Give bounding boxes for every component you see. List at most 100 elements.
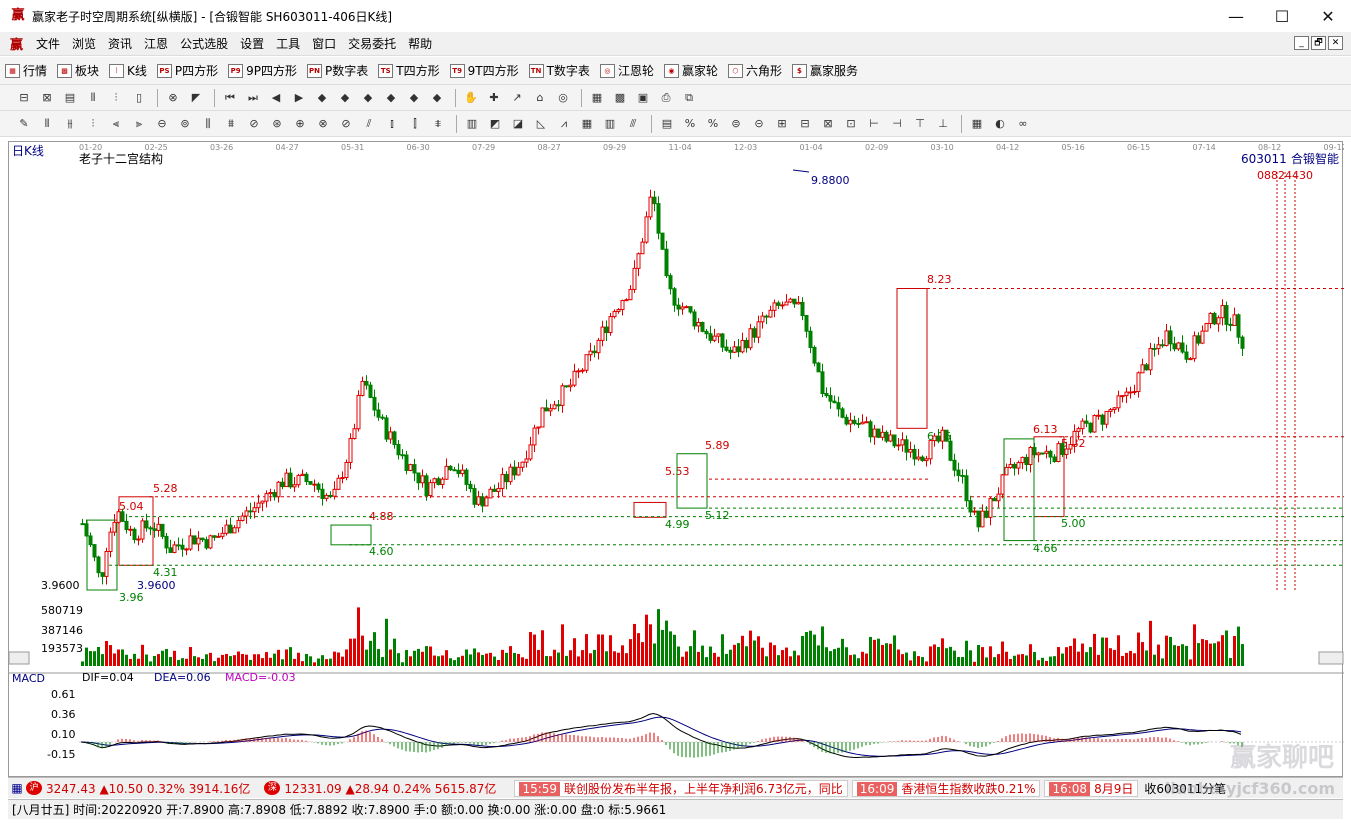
candles-icon[interactable]: ⫴ xyxy=(83,89,103,107)
gann-tool-24-icon[interactable]: ⩘ xyxy=(554,115,574,133)
diamond-4-icon[interactable]: ◆ xyxy=(381,89,401,107)
diamond-2-icon[interactable]: ◆ xyxy=(335,89,355,107)
toolbar-ps-button[interactable]: PS P四方形 xyxy=(152,62,223,79)
close-button[interactable]: ✕ xyxy=(1305,0,1351,32)
gann-tool-35-icon[interactable]: ⊟ xyxy=(795,115,815,133)
save-icon[interactable]: ▣ xyxy=(633,89,653,107)
diamond-1-icon[interactable]: ◆ xyxy=(312,89,332,107)
table-icon[interactable]: ▦ xyxy=(8,781,26,795)
toolbar-target-button[interactable]: ◎ 江恩轮 xyxy=(595,62,659,79)
toolbar-blocks-button[interactable]: ▩ 板块 xyxy=(52,62,104,79)
toolbar-tn-button[interactable]: TN T数字表 xyxy=(524,62,595,79)
toolbar-ts-button[interactable]: TS T四方形 xyxy=(373,62,444,79)
gann-tool-2-icon[interactable]: ⫵ xyxy=(60,115,80,133)
news-item-1[interactable]: 15:59 联创股份发布半年报，上半年净利润6.73亿元，同比 xyxy=(514,779,848,797)
gann-tool-26-icon[interactable]: ▥ xyxy=(600,115,620,133)
chart-area[interactable]: 4.665.005.826.136.258.235.124.995.895.53… xyxy=(8,141,1347,778)
gann-icon[interactable]: ⊗ xyxy=(163,89,183,107)
toolbar-p9-button[interactable]: P9 9P四方形 xyxy=(223,62,302,79)
next-icon[interactable]: ▶ xyxy=(289,89,309,107)
hand-icon[interactable]: ✋ xyxy=(461,89,481,107)
menu-settings[interactable]: 设置 xyxy=(234,35,270,52)
export-icon[interactable]: ⧉ xyxy=(679,89,699,107)
gann-tool-4-icon[interactable]: ⫷ xyxy=(106,115,126,133)
kline-chart[interactable]: 4.665.005.826.136.258.235.124.995.895.53… xyxy=(8,142,1347,778)
trend-icon[interactable]: ↗ xyxy=(507,89,527,107)
calc-icon[interactable]: ▩ xyxy=(610,89,630,107)
gann-tool-13-icon[interactable]: ⊗ xyxy=(313,115,333,133)
gann-tool-11-icon[interactable]: ⊛ xyxy=(267,115,287,133)
maximize-button[interactable]: ☐ xyxy=(1259,0,1305,32)
mdi-restore-button[interactable]: 🗗 xyxy=(1311,36,1326,50)
tick-detail[interactable]: 收603011分笔 xyxy=(1144,780,1226,797)
layout-icon[interactable]: ⊟ xyxy=(14,89,34,107)
menu-window[interactable]: 窗口 xyxy=(306,35,342,52)
menu-tools[interactable]: 工具 xyxy=(270,35,306,52)
gann-tool-6-icon[interactable]: ⊖ xyxy=(152,115,172,133)
toolbar-t9-button[interactable]: T9 9T四方形 xyxy=(445,62,524,79)
gann-tool-1-icon[interactable]: ⫴ xyxy=(37,115,57,133)
gann-tool-40-icon[interactable]: ⊤ xyxy=(910,115,930,133)
first-icon[interactable]: ⏮ xyxy=(220,89,240,107)
menu-info[interactable]: 资讯 xyxy=(102,35,138,52)
news-item-2[interactable]: 16:09 香港恒生指数收跌0.21% xyxy=(851,779,1041,797)
toolbar-hexagon-button[interactable]: ⬡ 六角形 xyxy=(723,62,787,79)
toolbar-wheel-button[interactable]: ◉ 赢家轮 xyxy=(659,62,723,79)
gann-tool-8-icon[interactable]: ⫼ xyxy=(198,115,218,133)
menu-formula[interactable]: 公式选股 xyxy=(174,35,234,52)
diamond-3-icon[interactable]: ◆ xyxy=(358,89,378,107)
gann-tool-21-icon[interactable]: ◩ xyxy=(485,115,505,133)
menu-gann[interactable]: 江恩 xyxy=(138,35,174,52)
toolbar-dollar-button[interactable]: $ 赢家服务 xyxy=(787,62,863,79)
menu-trade[interactable]: 交易委托 xyxy=(342,35,402,52)
hs-index[interactable]: 12331.09 ▲28.94 0.24% 5615.87亿 xyxy=(284,780,496,797)
chart-icon[interactable]: ⊠ xyxy=(37,89,57,107)
gann-tool-25-icon[interactable]: ▦ xyxy=(577,115,597,133)
gann-tool-3-icon[interactable]: ⫶ xyxy=(83,115,103,133)
gann-tool-39-icon[interactable]: ⊣ xyxy=(887,115,907,133)
label-icon[interactable]: ⌂ xyxy=(530,89,550,107)
gann-tool-37-icon[interactable]: ⊡ xyxy=(841,115,861,133)
gann-tool-34-icon[interactable]: ⊞ xyxy=(772,115,792,133)
gann-tool-17-icon[interactable]: ⫿ xyxy=(405,115,425,133)
flag-icon[interactable]: ◤ xyxy=(186,89,206,107)
gann-tool-7-icon[interactable]: ⊚ xyxy=(175,115,195,133)
gann-tool-41-icon[interactable]: ⊥ xyxy=(933,115,953,133)
gann-tool-38-icon[interactable]: ⊢ xyxy=(864,115,884,133)
diamond-6-icon[interactable]: ◆ xyxy=(427,89,447,107)
print-icon[interactable]: ⎙ xyxy=(656,89,676,107)
gann-tool-12-icon[interactable]: ⊕ xyxy=(290,115,310,133)
sh-index[interactable]: 3247.43 ▲10.50 0.32% 3914.16亿 xyxy=(46,780,250,797)
gann-tool-0-icon[interactable]: ✎ xyxy=(14,115,34,133)
gann-tool-22-icon[interactable]: ◪ xyxy=(508,115,528,133)
menu-file[interactable]: 文件 xyxy=(30,35,66,52)
news-item-3[interactable]: 16:08 8月9日 xyxy=(1044,779,1139,797)
gann-tool-36-icon[interactable]: ⊠ xyxy=(818,115,838,133)
gann-tool-9-icon[interactable]: ⩩ xyxy=(221,115,241,133)
gann-tool-33-icon[interactable]: ⊝ xyxy=(749,115,769,133)
mdi-minimize-button[interactable]: _ xyxy=(1294,36,1309,50)
gann-tool-14-icon[interactable]: ⊘ xyxy=(336,115,356,133)
last-icon[interactable]: ⏭ xyxy=(243,89,263,107)
gann-tool-30-icon[interactable]: % xyxy=(680,115,700,133)
prev-icon[interactable]: ◀ xyxy=(266,89,286,107)
gann-tool-5-icon[interactable]: ⫸ xyxy=(129,115,149,133)
menu-browse[interactable]: 浏览 xyxy=(66,35,102,52)
crosshair-icon[interactable]: ✚ xyxy=(484,89,504,107)
menu-help[interactable]: 帮助 xyxy=(402,35,438,52)
globe-icon[interactable]: ◎ xyxy=(553,89,573,107)
gann-tool-31-icon[interactable]: % xyxy=(703,115,723,133)
gann-tool-16-icon[interactable]: ⫾ xyxy=(382,115,402,133)
diamond-5-icon[interactable]: ◆ xyxy=(404,89,424,107)
gann-tool-29-icon[interactable]: ▤ xyxy=(657,115,677,133)
gann-tool-23-icon[interactable]: ◺ xyxy=(531,115,551,133)
gann-tool-15-icon[interactable]: ⫽ xyxy=(359,115,379,133)
gann-tool-10-icon[interactable]: ⊘ xyxy=(244,115,264,133)
gann-tool-20-icon[interactable]: ▥ xyxy=(462,115,482,133)
gann-tool-27-icon[interactable]: ⫻ xyxy=(623,115,643,133)
mdi-close-button[interactable]: ✕ xyxy=(1328,36,1343,50)
toolbar-grid-button[interactable]: ▦ 行情 xyxy=(0,62,52,79)
calendar-icon[interactable]: ▦ xyxy=(587,89,607,107)
bars-icon[interactable]: ⫶ xyxy=(106,89,126,107)
gann-tool-45-icon[interactable]: ∞ xyxy=(1013,115,1033,133)
